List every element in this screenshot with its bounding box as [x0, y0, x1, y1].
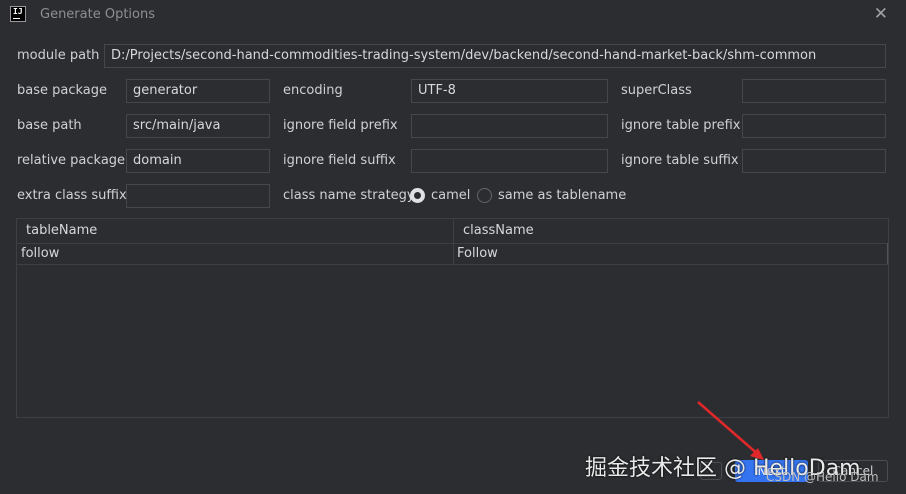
module-path-label: module path [17, 48, 100, 63]
column-header-tablename[interactable]: tableName [17, 219, 453, 243]
intellij-app-icon: IJ [10, 6, 26, 22]
cell-classname[interactable]: Follow [453, 244, 498, 264]
base-path-field[interactable]: src/main/java [126, 114, 270, 138]
title-bar: IJ Generate Options ✕ [0, 0, 906, 30]
cell-tablename[interactable]: follow [17, 244, 59, 264]
encoding-label: encoding [283, 83, 343, 98]
extra-class-suffix-label: extra class suffix [17, 188, 127, 203]
ignore-table-suffix-label: ignore table suffix [621, 153, 739, 168]
ignore-field-prefix-label: ignore field prefix [283, 118, 398, 133]
dialog-title: Generate Options [40, 7, 156, 22]
same-as-tablename-radio-label[interactable]: same as tablename [498, 188, 626, 203]
column-divider [453, 219, 454, 264]
ignore-field-suffix-field[interactable] [411, 149, 608, 173]
base-package-field[interactable]: generator [126, 79, 270, 103]
ignore-field-suffix-label: ignore field suffix [283, 153, 396, 168]
relative-package-label: relative package [17, 153, 126, 168]
tables-table: tableName className follow Follow [16, 218, 889, 418]
camel-radio-label[interactable]: camel [431, 188, 470, 203]
superclass-field[interactable] [742, 79, 886, 103]
watermark-csdn: CSDN @Hello Dam [766, 470, 879, 484]
extra-class-suffix-field[interactable] [126, 184, 270, 208]
module-path-field[interactable]: D:/Projects/second-hand-commodities-trad… [104, 44, 886, 68]
ignore-field-prefix-field[interactable] [411, 114, 608, 138]
ignore-table-prefix-field[interactable] [742, 114, 886, 138]
base-path-label: base path [17, 118, 82, 133]
ignore-table-prefix-label: ignore table prefix [621, 118, 741, 133]
camel-radio[interactable] [410, 188, 425, 203]
close-icon[interactable]: ✕ [874, 4, 888, 24]
ignore-table-suffix-field[interactable] [742, 149, 886, 173]
base-package-label: base package [17, 83, 108, 98]
superclass-label: superClass [621, 83, 692, 98]
row-end-divider [887, 243, 888, 264]
encoding-field[interactable]: UTF-8 [411, 79, 608, 103]
relative-package-field[interactable]: domain [126, 149, 270, 173]
red-arrow-annotation [697, 401, 764, 460]
column-header-classname[interactable]: className [454, 219, 888, 243]
same-as-tablename-radio[interactable] [477, 188, 492, 203]
class-name-strategy-label: class name strategy [283, 188, 415, 203]
